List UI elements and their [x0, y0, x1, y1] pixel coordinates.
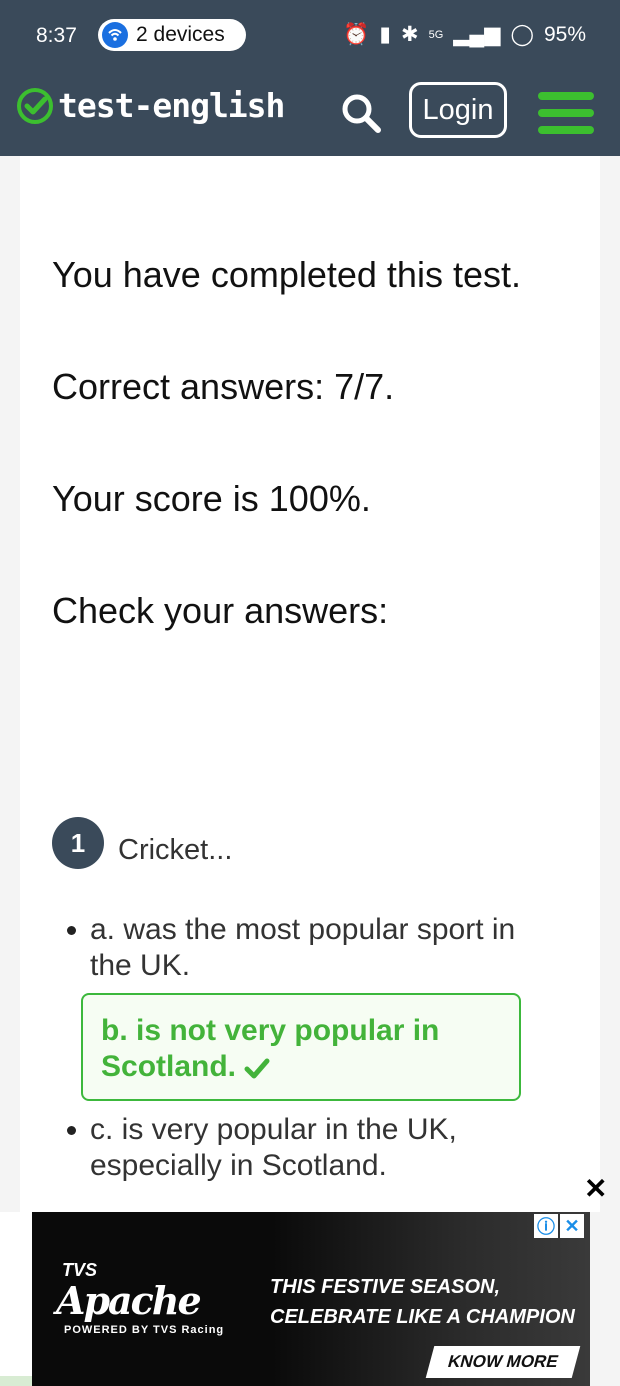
advertisement[interactable]: TVS Apache POWERED BY TVS Racing THIS FE…: [32, 1212, 590, 1386]
left-strip: [0, 1212, 32, 1386]
search-button[interactable]: [340, 92, 382, 139]
logo-text: test-english: [58, 86, 285, 125]
ad-controls: ⓘ ✕: [534, 1214, 584, 1238]
bullet-icon: [67, 1126, 76, 1135]
site-logo[interactable]: test-english: [16, 86, 285, 125]
checkmark-icon: [244, 1058, 270, 1079]
battery-label: 95%: [543, 22, 586, 46]
green-strip: [0, 1376, 32, 1386]
search-icon: [342, 94, 381, 133]
bullet-icon: [67, 926, 76, 935]
ad-headline: THIS FESTIVE SEASON, CELEBRATE LIKE A CH…: [270, 1276, 575, 1328]
vibrate-icon: ▮: [379, 23, 391, 46]
devices-pill[interactable]: 2 devices: [98, 19, 246, 51]
ad-know-more-button[interactable]: KNOW MORE: [425, 1346, 581, 1378]
menu-bar: [538, 126, 594, 134]
question-number-badge: 1: [52, 817, 104, 869]
status-bar: 8:37 2 devices ⏰ ▮ ✱ 5G ▂▄▆ ◯ 95%: [0, 0, 620, 74]
nav-bar: test-english Login: [0, 74, 620, 156]
ad-logo: Apache: [56, 1278, 202, 1323]
bluetooth-icon: ✱: [400, 23, 419, 46]
score-text: Your score is 100%.: [52, 478, 371, 519]
top-header: 8:37 2 devices ⏰ ▮ ✱ 5G ▂▄▆ ◯ 95% test-e…: [0, 0, 620, 156]
wifi-icon: [102, 22, 128, 48]
battery-icon: ◯: [510, 23, 534, 46]
check-circle-icon: [17, 87, 53, 124]
menu-bar: [538, 92, 594, 100]
correct-option-box: b. is not very popular in Scotland.: [81, 993, 521, 1101]
status-icons: ⏰ ▮ ✱ 5G ▂▄▆ ◯ 95%: [343, 22, 586, 47]
ad-info-icon[interactable]: ⓘ: [534, 1214, 558, 1238]
devices-label: 2 devices: [136, 23, 225, 46]
status-time: 8:37: [36, 24, 77, 47]
login-button[interactable]: Login: [409, 82, 507, 138]
ad-powered-by: POWERED BY TVS Racing: [64, 1324, 225, 1336]
alarm-icon: ⏰: [343, 22, 370, 46]
ad-close-icon[interactable]: ✕: [560, 1214, 584, 1238]
menu-button[interactable]: [538, 92, 594, 134]
option-c: c. is very popular in the UK, especially…: [90, 1113, 457, 1182]
correct-answers-text: Correct answers: 7/7.: [52, 366, 395, 407]
menu-bar: [538, 109, 594, 117]
option-b: b. is not very popular in Scotland.: [101, 1013, 501, 1085]
signal-icon: ▂▄▆: [453, 23, 501, 46]
check-answers-heading: Check your answers:: [52, 590, 389, 631]
question-text: Cricket...: [118, 834, 233, 866]
completed-text: You have completed this test.: [52, 254, 521, 295]
network-label: 5G: [428, 28, 444, 41]
close-ad-icon[interactable]: ✕: [584, 1172, 607, 1205]
option-a: a. was the most popular sport in the UK.: [90, 913, 516, 982]
